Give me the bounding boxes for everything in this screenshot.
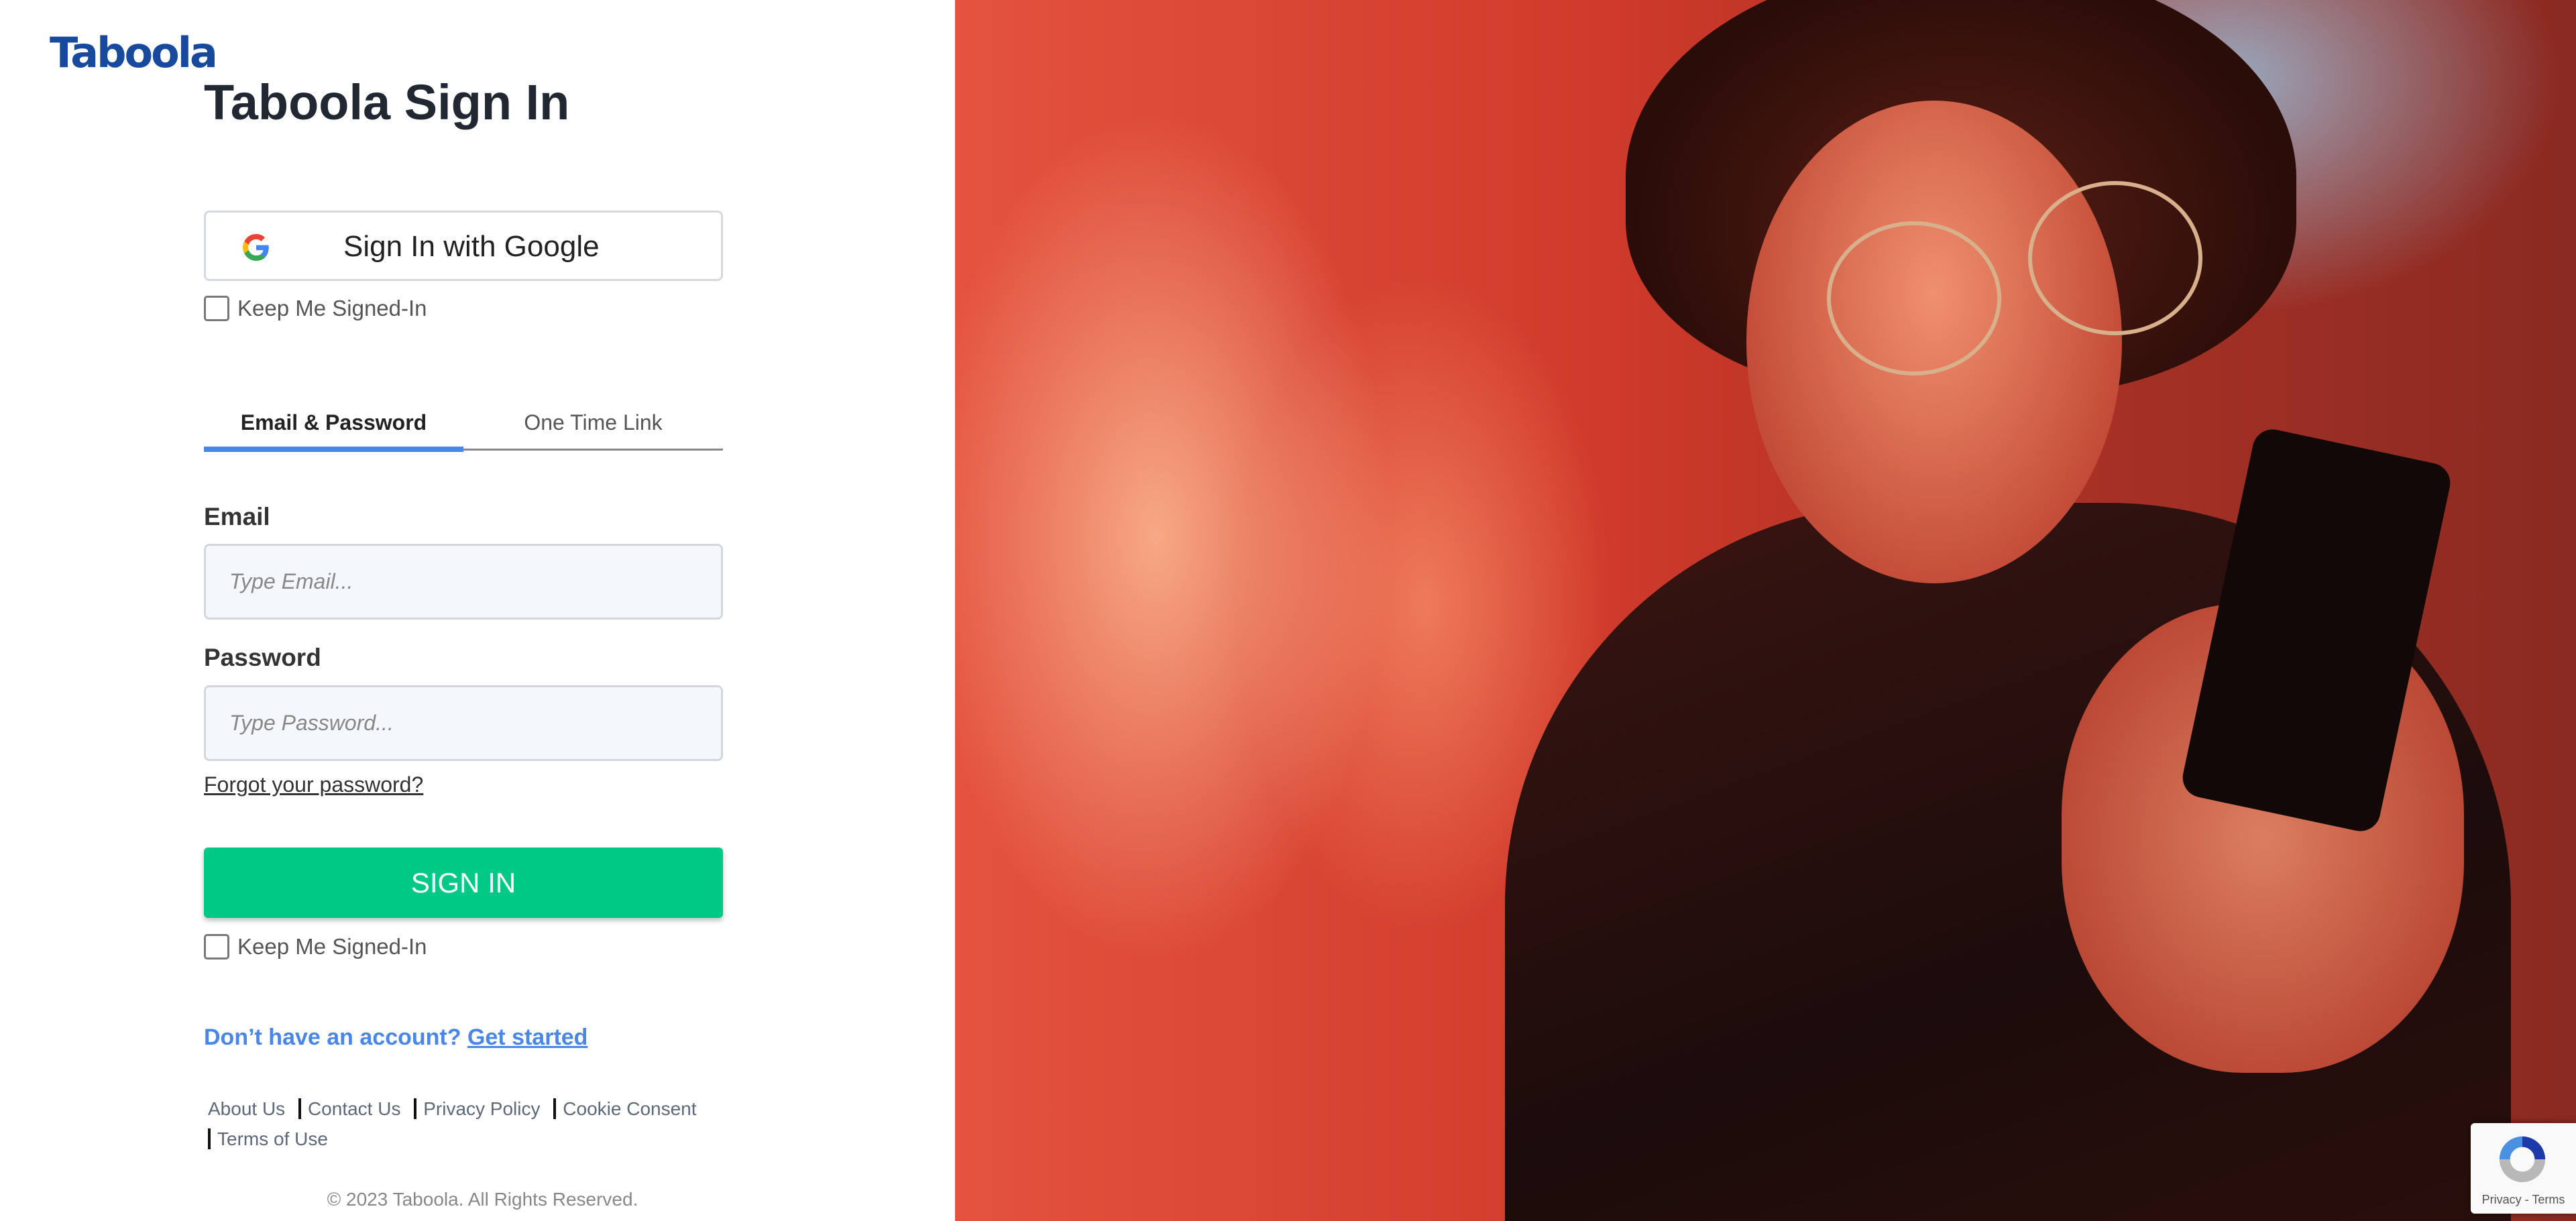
signup-prompt: Don’t have an account? Get started — [204, 1025, 587, 1051]
signup-question: Don’t have an account? — [204, 1025, 461, 1050]
password-input[interactable] — [204, 685, 723, 761]
footer-links-row1: About Us Contact Us Privacy Policy Cooki… — [208, 1098, 697, 1120]
keep-signed-in-label: Keep Me Signed-In — [237, 296, 427, 321]
recaptcha-links: Privacy - Terms — [2471, 1193, 2576, 1207]
keep-signed-in-checkbox-top[interactable]: Keep Me Signed-In — [204, 296, 427, 321]
footer-link-about[interactable]: About Us — [208, 1098, 285, 1119]
hero-photo — [955, 0, 2576, 1221]
footer-link-contact[interactable]: Contact Us — [298, 1098, 401, 1119]
email-label: Email — [204, 503, 270, 530]
checkbox[interactable] — [204, 296, 229, 321]
recaptcha-terms-link[interactable]: Terms — [2532, 1193, 2565, 1206]
email-input[interactable] — [204, 544, 723, 620]
footer-links-row2: Terms of Use — [200, 1128, 328, 1150]
keep-signed-in-checkbox-bottom[interactable]: Keep Me Signed-In — [204, 934, 427, 960]
recaptcha-icon — [2499, 1136, 2546, 1183]
taboola-logo[interactable]: Taboola — [50, 28, 218, 77]
tab-one-time-link[interactable]: One Time Link — [463, 402, 723, 449]
recaptcha-separator: - — [2524, 1193, 2529, 1206]
tab-email-password[interactable]: Email & Password — [204, 402, 463, 452]
sign-in-button[interactable]: SIGN IN — [204, 848, 723, 918]
recaptcha-badge[interactable]: Privacy - Terms — [2471, 1123, 2576, 1214]
photo-glasses-right — [2028, 181, 2202, 335]
google-sign-in-button[interactable]: Sign In with Google — [204, 211, 723, 281]
copyright: © 2023 Taboola. All Rights Reserved. — [327, 1189, 638, 1210]
google-icon — [243, 234, 269, 261]
sign-in-panel: Taboola Taboola Sign In Sign In with Goo… — [0, 0, 955, 1221]
footer-link-privacy[interactable]: Privacy Policy — [414, 1098, 541, 1119]
password-label: Password — [204, 644, 321, 671]
photo-glasses-left — [1827, 221, 2001, 375]
sign-in-tabs: Email & Password One Time Link — [204, 402, 723, 452]
footer-link-terms[interactable]: Terms of Use — [208, 1128, 328, 1149]
forgot-password-link[interactable]: Forgot your password? — [204, 772, 423, 797]
page-title: Taboola Sign In — [204, 74, 570, 130]
google-button-label: Sign In with Google — [343, 230, 600, 263]
get-started-link[interactable]: Get started — [467, 1025, 588, 1050]
keep-signed-in-label: Keep Me Signed-In — [237, 934, 427, 959]
footer-link-cookie[interactable]: Cookie Consent — [553, 1098, 697, 1119]
recaptcha-privacy-link[interactable]: Privacy — [2482, 1193, 2522, 1206]
checkbox[interactable] — [204, 934, 229, 960]
